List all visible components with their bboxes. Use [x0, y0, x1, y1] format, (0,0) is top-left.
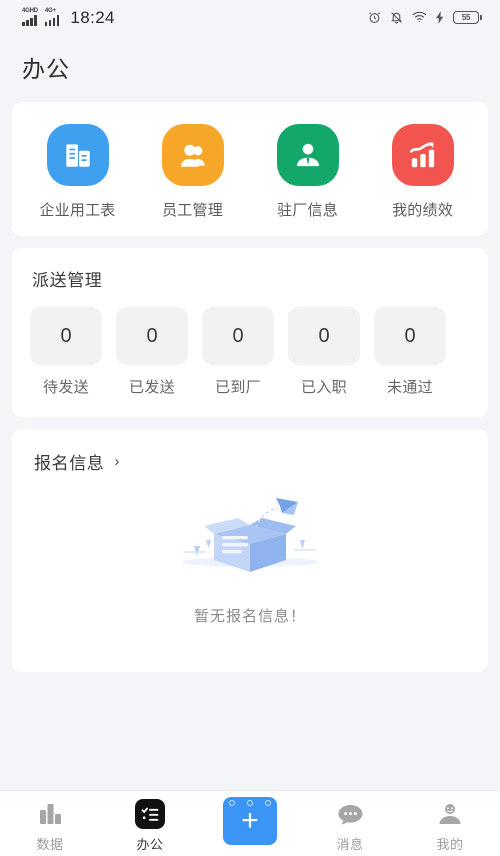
bar-chart-up-icon	[391, 124, 454, 186]
quick-action-label: 员工管理	[162, 202, 223, 219]
manager-icon	[276, 124, 339, 186]
stat-value: 0	[30, 307, 102, 365]
status-bar-left: 4GHD 4G+ 18:24	[22, 8, 368, 26]
bar-chart-icon	[37, 799, 63, 829]
status-bar: 4GHD 4G+ 18:24 55	[0, 0, 500, 34]
chevron-right-icon[interactable]: ›	[114, 454, 119, 469]
stat-sent[interactable]: 0 已发送	[116, 307, 188, 397]
chat-bubble-icon	[337, 799, 364, 829]
dispatch-card: 派送管理 0 待发送 0 已发送 0 已到厂 0 已入职 0 未通过	[12, 248, 488, 417]
signup-empty-state: 暂无报名信息！	[12, 474, 488, 672]
stat-value: 0	[288, 307, 360, 365]
checklist-icon	[135, 799, 165, 829]
status-bar-right: 55	[368, 10, 482, 24]
signal-1-label: 4GHD	[22, 8, 38, 14]
tab-data[interactable]: 数据	[0, 799, 100, 853]
stat-label: 已入职	[301, 379, 347, 396]
bell-muted-icon	[390, 11, 403, 24]
plus-button[interactable]: +	[223, 797, 277, 845]
battery-level: 55	[461, 12, 471, 22]
tab-label: 数据	[36, 837, 64, 852]
tab-label: 消息	[336, 837, 364, 852]
wifi-icon	[412, 11, 427, 23]
stat-label: 已发送	[129, 379, 175, 396]
signal-2-label: 4G+	[44, 8, 56, 14]
tab-add-center[interactable]: +	[200, 797, 300, 845]
empty-box-icon	[160, 488, 340, 597]
quick-action-label: 我的绩效	[392, 202, 453, 219]
tab-profile[interactable]: 我的	[400, 799, 500, 853]
stat-label: 未通过	[387, 379, 433, 396]
plus-icon: +	[241, 804, 259, 837]
signup-empty-text: 暂无报名信息！	[193, 608, 306, 625]
alarm-icon	[368, 11, 381, 24]
stat-arrived[interactable]: 0 已到厂	[202, 307, 274, 397]
person-icon	[437, 799, 463, 829]
quick-actions-row: 企业用工表 员工管理 驻厂信息 我的绩效	[12, 102, 488, 236]
tab-label: 我的	[436, 837, 464, 852]
tab-office[interactable]: 办公	[100, 799, 200, 853]
quick-action-label: 驻厂信息	[277, 202, 338, 219]
stat-pending-send[interactable]: 0 待发送	[30, 307, 102, 397]
stat-not-passed[interactable]: 0 未通过	[374, 307, 446, 397]
battery-icon: 55	[453, 10, 482, 24]
quick-action-factory-info[interactable]: 驻厂信息	[250, 124, 365, 220]
quick-action-label: 企业用工表	[39, 202, 116, 219]
users-icon	[161, 124, 224, 186]
signal-2: 4G+	[44, 8, 60, 26]
dispatch-stats-row[interactable]: 0 待发送 0 已发送 0 已到厂 0 已入职 0 未通过	[12, 291, 488, 417]
stat-label: 已到厂	[215, 379, 261, 396]
stat-onboarded[interactable]: 0 已入职	[288, 307, 360, 397]
stat-value: 0	[116, 307, 188, 365]
status-bar-time: 18:24	[70, 8, 115, 27]
quick-action-enterprise-labor[interactable]: 企业用工表	[20, 124, 135, 220]
stat-label: 待发送	[43, 379, 89, 396]
charging-bolt-icon	[436, 10, 444, 24]
signup-card: 报名信息 › 暂无报名信息！	[12, 429, 488, 672]
signal-2-bars-icon	[44, 15, 60, 26]
quick-action-my-performance[interactable]: 我的绩效	[365, 124, 480, 220]
bottom-tab-bar: 数据 办公 + 消息 我的	[0, 790, 500, 856]
tab-messages[interactable]: 消息	[300, 799, 400, 853]
page-title: 办公	[22, 56, 70, 82]
signup-title: 报名信息	[34, 454, 105, 473]
quick-actions-card: 企业用工表 员工管理 驻厂信息 我的绩效	[12, 102, 488, 236]
stat-value: 0	[374, 307, 446, 365]
signal-1-bars-icon	[22, 15, 37, 26]
quick-action-employee-management[interactable]: 员工管理	[135, 124, 250, 220]
tab-label: 办公	[136, 837, 164, 852]
building-icon	[46, 124, 109, 186]
signal-1: 4GHD	[22, 8, 38, 26]
stat-value: 0	[202, 307, 274, 365]
signup-header[interactable]: 报名信息 ›	[12, 429, 488, 474]
dispatch-title: 派送管理	[32, 271, 103, 290]
